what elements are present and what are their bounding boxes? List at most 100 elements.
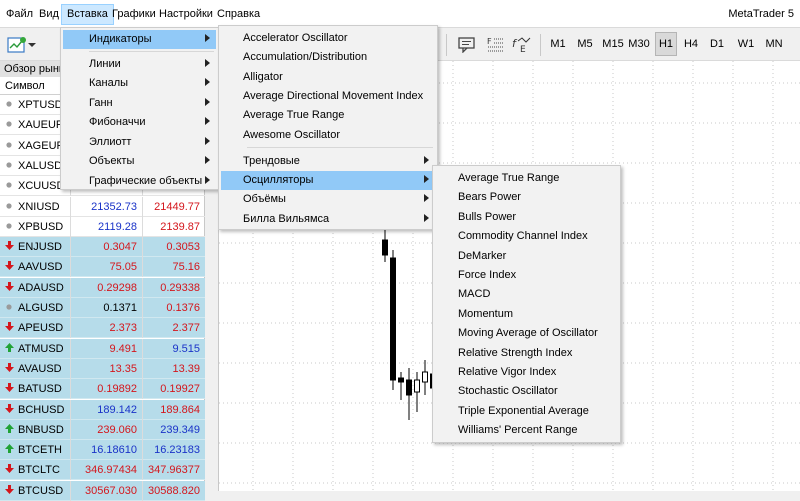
comment-icon[interactable] <box>456 34 478 56</box>
oscillators-submenu: Average True Range Bears Power Bulls Power… <box>432 165 621 443</box>
indicators-menu-item[interactable]: Average True Range <box>221 106 435 125</box>
ask-price: 0.1376 <box>166 302 200 314</box>
submenu-arrow-icon <box>424 190 429 209</box>
insert-menu-item[interactable]: Ганн <box>63 94 216 113</box>
toolbar-separator <box>446 34 447 56</box>
bid-price: 0.3047 <box>103 241 137 254</box>
oscillator-menu-item[interactable]: Relative Vigor Index <box>435 363 618 382</box>
oscillator-menu-item[interactable]: Momentum <box>435 305 618 324</box>
insert-menu-item[interactable]: Индикаторы <box>63 30 216 49</box>
oscillator-menu-item[interactable]: Force Index <box>435 266 618 285</box>
oscillator-menu-item[interactable]: DeMarker <box>435 247 618 266</box>
timeframe-m5[interactable]: M5 <box>572 32 598 56</box>
svg-text:E: E <box>520 45 526 54</box>
column-symbol-header[interactable]: Символ <box>5 77 45 95</box>
candle <box>382 228 388 262</box>
symbol-name: XAUEUR <box>18 119 64 132</box>
market-watch-row[interactable]: BTCETH 16.18610 16.23183 <box>0 440 205 461</box>
oscillator-menu-item[interactable]: Relative Strength Index <box>435 344 618 363</box>
indicator-formula-icon[interactable]: f E <box>511 34 533 56</box>
oscillator-menu-item[interactable]: Stochastic Oscillator <box>435 382 618 401</box>
oscillator-menu-item[interactable]: Bears Power <box>435 188 618 207</box>
menu-help[interactable]: Справка <box>212 4 265 25</box>
market-watch-row[interactable]: ALGUSD 0.1371 0.1376 <box>0 298 205 318</box>
indicators-menu-item[interactable]: Трендовые <box>221 152 435 171</box>
indicators-menu-item[interactable]: Awesome Oscillator <box>221 126 435 145</box>
ask-price: 0.19927 <box>160 383 200 396</box>
market-watch-row[interactable]: BATUSD 0.19892 0.19927 <box>0 379 205 400</box>
market-watch-row[interactable]: XPBUSD 2119.28 2139.87 <box>0 216 205 237</box>
timeframe-mn[interactable]: MN <box>761 32 787 56</box>
symbol-name: ADAUSD <box>18 281 64 294</box>
submenu-arrow-icon <box>424 171 429 190</box>
insert-menu-item[interactable]: Графические объекты <box>63 172 216 191</box>
timeframe-m30[interactable]: M30 <box>626 32 652 56</box>
market-watch-row[interactable]: XNIUSD 21352.73 21449.77 <box>0 196 205 217</box>
market-watch-row[interactable]: BTCLTC 346.97434 347.96377 <box>0 460 205 481</box>
oscillator-menu-item[interactable]: Bulls Power <box>435 208 618 227</box>
market-watch-row[interactable]: ADAUSD 0.29298 0.29338 <box>0 277 205 298</box>
candle <box>390 250 396 390</box>
timeframe-d1[interactable]: D1 <box>706 32 728 56</box>
menu-settings[interactable]: Настройки <box>154 4 218 25</box>
oscillator-menu-item[interactable]: Triple Exponential Average <box>435 402 618 421</box>
market-watch-row[interactable]: AVAUSD 13.35 13.39 <box>0 358 205 379</box>
insert-menu-item[interactable]: Фибоначчи <box>63 113 216 132</box>
indicators-menu-item[interactable]: Осцилляторы <box>221 171 435 191</box>
bid-price: 2.373 <box>109 322 137 335</box>
indicators-menu-item[interactable]: Билла Вильямса <box>221 210 435 229</box>
price-down-arrow-icon <box>4 359 14 379</box>
submenu-arrow-icon <box>205 133 210 152</box>
oscillator-menu-item[interactable]: MACD <box>435 285 618 304</box>
insert-menu-item[interactable]: Каналы <box>63 74 216 93</box>
chevron-down-icon[interactable] <box>27 34 37 56</box>
oscillator-menu-item[interactable]: Commodity Channel Index <box>435 227 618 246</box>
market-watch-row[interactable]: APEUSD 2.373 2.377 <box>0 318 205 339</box>
indicators-menu-item[interactable]: Alligator <box>221 68 435 87</box>
timeframe-h1[interactable]: H1 <box>655 32 677 56</box>
insert-menu-item[interactable]: Линии <box>63 55 216 74</box>
new-chart-icon[interactable] <box>6 34 28 56</box>
indicators-menu-item[interactable]: Объёмы <box>221 190 435 209</box>
market-watch-row[interactable]: ENJUSD 0.3047 0.3053 <box>0 237 205 258</box>
timeframe-w1[interactable]: W1 <box>734 32 758 56</box>
bid-price: 239.060 <box>97 423 137 436</box>
timeframe-m1[interactable]: M1 <box>545 32 571 56</box>
bid-price: 0.1371 <box>103 302 137 314</box>
menu-item-label: Эллиотт <box>89 135 132 148</box>
menu-item-label: Accumulation/Distribution <box>243 51 368 64</box>
oscillator-menu-item[interactable]: Average True Range <box>435 169 618 188</box>
menu-view[interactable]: Вид <box>34 4 64 25</box>
menu-bar: Файл Вид Вставка Графики Настройки Справ… <box>0 0 800 28</box>
oscillator-menu-item[interactable]: Williams' Percent Range <box>435 421 618 440</box>
menu-charts[interactable]: Графики <box>107 4 161 25</box>
bid-price: 21352.73 <box>91 200 137 213</box>
candle-body <box>398 377 404 383</box>
menu-item-label: Ганн <box>89 96 113 109</box>
market-watch-row[interactable]: AAVUSD 75.05 75.16 <box>0 257 205 278</box>
market-watch-row[interactable]: BCHUSD 189.142 189.864 <box>0 399 205 420</box>
ask-price: 2139.87 <box>160 220 200 233</box>
ask-price: 21449.77 <box>154 200 200 213</box>
timeframe-h4[interactable]: H4 <box>680 32 702 56</box>
symbol-name: ATMUSD <box>18 342 64 355</box>
fibonacci-grid-icon[interactable]: F <box>484 34 506 56</box>
price-up-arrow-icon <box>4 440 14 460</box>
insert-menu-item[interactable]: Объекты <box>63 152 216 171</box>
symbol-name: XALUSD <box>18 159 63 172</box>
menu-item-label: Трендовые <box>243 154 300 167</box>
menu-item-label: Commodity Channel Index <box>458 230 588 243</box>
menu-insert[interactable]: Вставка <box>61 4 114 25</box>
menu-item-label: Stochastic Oscillator <box>458 385 558 398</box>
menu-file[interactable]: Файл <box>1 4 38 25</box>
indicators-menu-item[interactable]: Average Directional Movement Index <box>221 87 435 106</box>
market-watch-row[interactable]: ATMUSD 9.491 9.515 <box>0 338 205 359</box>
timeframe-m15[interactable]: M15 <box>599 32 627 56</box>
indicators-menu-item[interactable]: Accelerator Oscillator <box>221 29 435 48</box>
insert-menu: Индикаторы Линии Каналы Ганн Фибоначчи Эллиот… <box>60 27 219 190</box>
oscillator-menu-item[interactable]: Moving Average of Oscillator <box>435 324 618 343</box>
indicators-menu-item[interactable]: Accumulation/Distribution <box>221 48 435 67</box>
market-watch-row[interactable]: BNBUSD 239.060 239.349 <box>0 419 205 440</box>
insert-menu-item[interactable]: Эллиотт <box>63 133 216 152</box>
svg-text:f: f <box>512 37 518 50</box>
